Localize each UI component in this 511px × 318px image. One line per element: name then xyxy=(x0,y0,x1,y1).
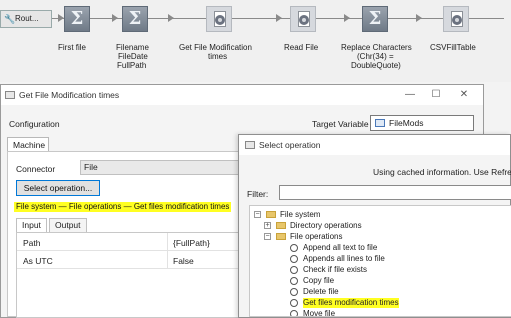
tree-item-label: Move file xyxy=(303,309,336,317)
node-router[interactable]: 🔧 Rout... xyxy=(0,10,52,28)
folder-icon xyxy=(276,233,286,240)
expand-icon[interactable]: + xyxy=(264,222,271,229)
tree-item-label: Delete file xyxy=(303,287,339,296)
node-filename-label-1: Filename xyxy=(116,43,149,52)
connector-label: Connector xyxy=(16,164,56,174)
maximize-button[interactable]: ☐ xyxy=(425,85,447,105)
tree-node-label: File system xyxy=(280,210,321,219)
select-operation-body: Using cached information. Use Refresh Fi… xyxy=(239,155,511,317)
folder-icon xyxy=(276,222,286,229)
column-divider xyxy=(167,233,168,251)
filter-label: Filter: xyxy=(247,189,269,199)
collapse-icon[interactable]: − xyxy=(254,211,261,218)
operation-icon xyxy=(290,299,298,307)
node-csvfilltable-label: CSVFillTable xyxy=(430,43,476,52)
node-filename-label-3: FullPath xyxy=(117,61,147,70)
dialog-title: Get File Modification times xyxy=(19,90,120,100)
node-filename-label-2: FileDate xyxy=(118,52,148,61)
operation-icon xyxy=(290,244,298,252)
flow-arrow xyxy=(168,14,174,22)
sum-icon: Σ xyxy=(362,6,388,32)
node-getfile-label-2: times xyxy=(208,52,228,61)
operation-path: File system — File operations — Get file… xyxy=(14,202,232,212)
operation-icon xyxy=(290,266,298,274)
dialog-title-bar: Get File Modification times — ☐ ✕ xyxy=(1,85,483,105)
node-replace-label-3: DoubleQuote) xyxy=(351,61,401,70)
select-operation-button[interactable]: Select operation... xyxy=(16,180,100,196)
tab-machine[interactable]: Machine xyxy=(7,137,49,152)
tree-item-label: Copy file xyxy=(303,276,335,285)
node-read-file-label: Read File xyxy=(284,43,319,52)
workflow-canvas: 🔧 Rout... Σ First file Σ Filename FileDa… xyxy=(0,0,511,82)
folder-icon xyxy=(266,211,276,218)
operation-tree: − File system + Directory operations − F… xyxy=(249,205,511,317)
target-variable-value: FileMods xyxy=(389,118,424,128)
close-button[interactable]: ✕ xyxy=(453,85,475,105)
variable-icon xyxy=(375,119,385,127)
collapse-icon[interactable]: − xyxy=(264,233,271,240)
tree-item-label: Appends all lines to file xyxy=(303,254,385,263)
configuration-heading: Configuration xyxy=(9,119,60,129)
flow-arrow xyxy=(112,14,118,22)
table-row[interactable]: As UTC False xyxy=(17,251,245,269)
tree-item-label: Check if file exists xyxy=(303,265,368,274)
file-gear-icon xyxy=(290,6,316,32)
parameter-grid: Path {FullPath} As UTC False xyxy=(16,232,246,318)
tree-item-label: Get files modification times xyxy=(303,298,399,308)
flow-arrow xyxy=(416,14,422,22)
node-first-file-label: First file xyxy=(58,43,86,52)
window-icon xyxy=(5,91,15,99)
tree-node-label: File operations xyxy=(290,232,343,241)
operation-icon xyxy=(290,277,298,285)
target-variable-field[interactable]: FileMods xyxy=(370,115,474,131)
table-row[interactable]: Path {FullPath} xyxy=(17,233,245,251)
column-divider xyxy=(167,251,168,269)
flow-arrow xyxy=(276,14,282,22)
select-operation-dialog: Select operation Using cached informatio… xyxy=(238,134,511,318)
cached-info-text: Using cached information. Use Refresh xyxy=(373,167,511,177)
file-gear-icon xyxy=(443,6,469,32)
dialog-title-bar: Select operation xyxy=(239,135,510,155)
operation-icon xyxy=(290,255,298,263)
sum-icon: Σ xyxy=(64,6,90,32)
node-replace-label-1: Replace Characters xyxy=(341,43,412,52)
connector-field[interactable]: File xyxy=(80,160,260,175)
tab-input[interactable]: Input xyxy=(16,218,47,232)
window-icon xyxy=(245,141,255,149)
target-variable-label: Target Variable xyxy=(312,119,369,129)
operation-icon xyxy=(290,288,298,296)
param-name: Path xyxy=(23,238,41,248)
param-name: As UTC xyxy=(23,256,53,266)
flow-arrow xyxy=(344,14,350,22)
sum-icon: Σ xyxy=(122,6,148,32)
tree-item-label: Append all text to file xyxy=(303,243,378,252)
tree-node-label: Directory operations xyxy=(290,221,362,230)
param-value[interactable]: False xyxy=(173,256,194,266)
tab-output[interactable]: Output xyxy=(49,218,87,232)
dialog-title: Select operation xyxy=(259,140,321,150)
param-value[interactable]: {FullPath} xyxy=(173,238,210,248)
node-replace-label-2: (Chr(34) = xyxy=(357,52,394,61)
operation-icon xyxy=(290,310,298,316)
wrench-icon: 🔧 xyxy=(4,14,16,24)
file-gear-icon xyxy=(206,6,232,32)
node-getfile-label-1: Get File Modification xyxy=(179,43,252,52)
minimize-button[interactable]: — xyxy=(399,85,421,105)
filter-input[interactable] xyxy=(279,185,511,200)
node-router-label: Rout... xyxy=(15,14,39,23)
